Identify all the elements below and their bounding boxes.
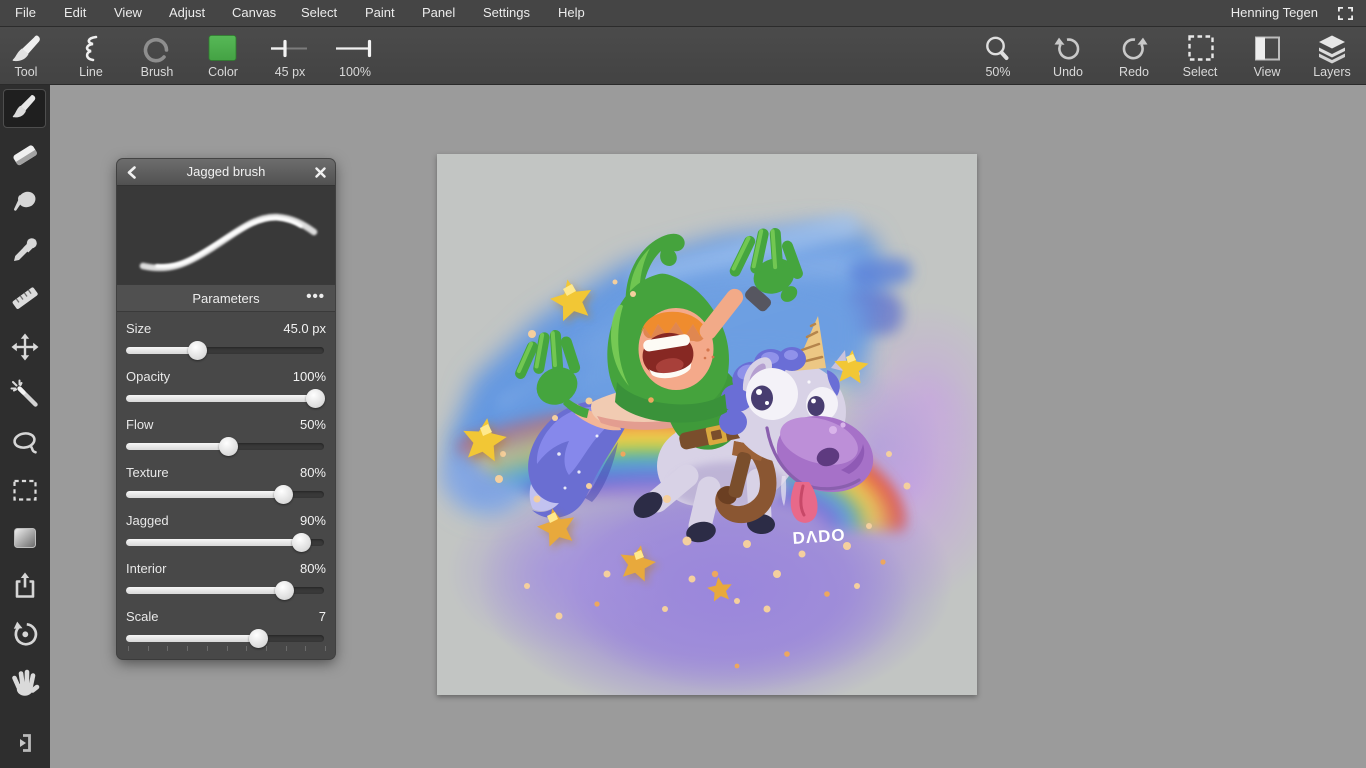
- svg-text:DΛDO: DΛDO: [792, 525, 846, 548]
